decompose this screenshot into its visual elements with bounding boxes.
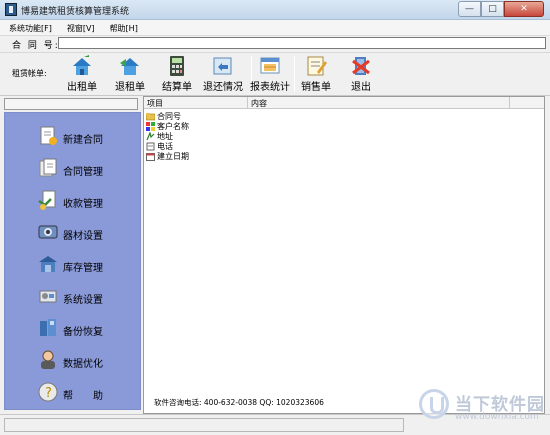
sidebar-item-settings[interactable]: 系统设置 <box>5 283 142 311</box>
tree-item-phone[interactable]: 电话 <box>146 141 189 151</box>
sidebar: 新建合同 合同管理 收款管理 器材设置 库存管理 系统设置 备份恢复 数据优化 … <box>4 112 141 410</box>
sales-note-icon <box>307 56 327 76</box>
toolbar: 租赁帐单: 出租单 退租单 结算单 退还情况 报表统计 销售单 退出 <box>0 52 550 96</box>
calendar-icon <box>146 152 155 161</box>
toolbar-label: 租赁帐单: <box>12 69 47 78</box>
help-icon: ? <box>38 382 58 402</box>
title-bar: 博易建筑租赁核算管理系统 — □ ✕ <box>0 0 550 20</box>
status-segment <box>4 418 404 432</box>
close-button[interactable]: ✕ <box>504 1 544 17</box>
settings-icon <box>39 290 57 303</box>
sidebar-item-equipment[interactable]: 器材设置 <box>5 219 142 247</box>
sidebar-item-backup[interactable]: 备份恢复 <box>5 315 142 343</box>
return-status-button[interactable]: 退还情况 <box>200 53 246 95</box>
svg-text:?: ? <box>45 386 52 401</box>
settlement-button[interactable]: 结算单 <box>157 53 197 95</box>
minimize-button[interactable]: — <box>458 1 481 17</box>
menu-help[interactable]: 帮助[H] <box>101 20 144 35</box>
client-icon <box>146 121 155 131</box>
equipment-icon <box>38 225 58 239</box>
maximize-button[interactable]: □ <box>481 1 504 17</box>
sidebar-caption <box>4 98 138 110</box>
house-return-icon <box>120 58 139 75</box>
contract-label: 合 同 号: <box>12 41 60 51</box>
contract-manage-icon <box>39 158 57 177</box>
report-button[interactable]: 报表统计 <box>247 53 293 95</box>
tree-item-contract-no[interactable]: 合同号 <box>145 111 189 121</box>
tree-item-address[interactable]: 地址 <box>146 130 189 141</box>
tree-item-client-name[interactable]: 客户名称 <box>146 121 189 131</box>
backup-icon <box>40 319 56 336</box>
warehouse-icon <box>39 256 57 272</box>
rent-out-button[interactable]: 出租单 <box>62 53 102 95</box>
watermark: 当下软件园 www.downxia.com <box>419 388 549 424</box>
menu-bar: 系统功能[F] 视窗[V] 帮助[H] <box>0 20 550 36</box>
rent-return-button[interactable]: 退租单 <box>110 53 150 95</box>
info-tree: 合同号 客户名称 地址 电话 建立日期 <box>145 111 189 161</box>
sidebar-item-payment[interactable]: 收款管理 <box>5 187 142 215</box>
phone-icon <box>146 142 155 151</box>
calculator-icon <box>170 56 184 76</box>
table-header: 项目 内容 <box>144 97 544 109</box>
sales-button[interactable]: 销售单 <box>296 53 336 95</box>
menu-system[interactable]: 系统功能[F] <box>0 20 58 35</box>
close-icon: ✕ <box>520 4 528 14</box>
report-icon <box>260 57 280 74</box>
window-title: 博易建筑租赁核算管理系统 <box>21 7 130 17</box>
house-upload-icon <box>73 55 91 75</box>
minimize-icon: — <box>465 4 474 14</box>
optimize-icon <box>41 350 55 369</box>
sidebar-item-warehouse[interactable]: 库存管理 <box>5 251 142 279</box>
watermark-logo-icon <box>419 389 449 419</box>
app-icon <box>5 3 17 16</box>
return-status-icon <box>213 57 232 75</box>
contract-bar: 合 同 号: <box>0 36 550 51</box>
contract-number-input[interactable] <box>58 37 546 49</box>
payment-icon <box>38 190 56 210</box>
address-icon <box>146 130 155 141</box>
exit-button[interactable]: 退出 <box>344 53 378 95</box>
sidebar-item-optimize[interactable]: 数据优化 <box>5 347 142 375</box>
sidebar-item-help[interactable]: ? 帮 助 <box>5 379 142 407</box>
column-item[interactable]: 项目 <box>144 97 248 109</box>
sidebar-item-new-contract[interactable]: 新建合同 <box>5 123 142 151</box>
folder-icon <box>145 112 156 121</box>
column-content[interactable]: 内容 <box>248 97 510 109</box>
window-controls: — □ ✕ <box>458 1 544 18</box>
main-panel: 项目 内容 合同号 客户名称 地址 电话 建立日期 软件咨询电话: 400-63… <box>143 96 545 414</box>
menu-view[interactable]: 视窗[V] <box>58 20 101 35</box>
exit-icon <box>352 57 370 75</box>
support-info: 软件咨询电话: 400-632-0038 QQ: 1020323606 <box>154 398 324 407</box>
toolbar-separator <box>294 56 295 92</box>
sidebar-item-contract-manage[interactable]: 合同管理 <box>5 155 142 183</box>
tree-item-create-date[interactable]: 建立日期 <box>146 151 189 161</box>
new-contract-icon <box>40 126 57 145</box>
maximize-icon: □ <box>488 4 497 14</box>
